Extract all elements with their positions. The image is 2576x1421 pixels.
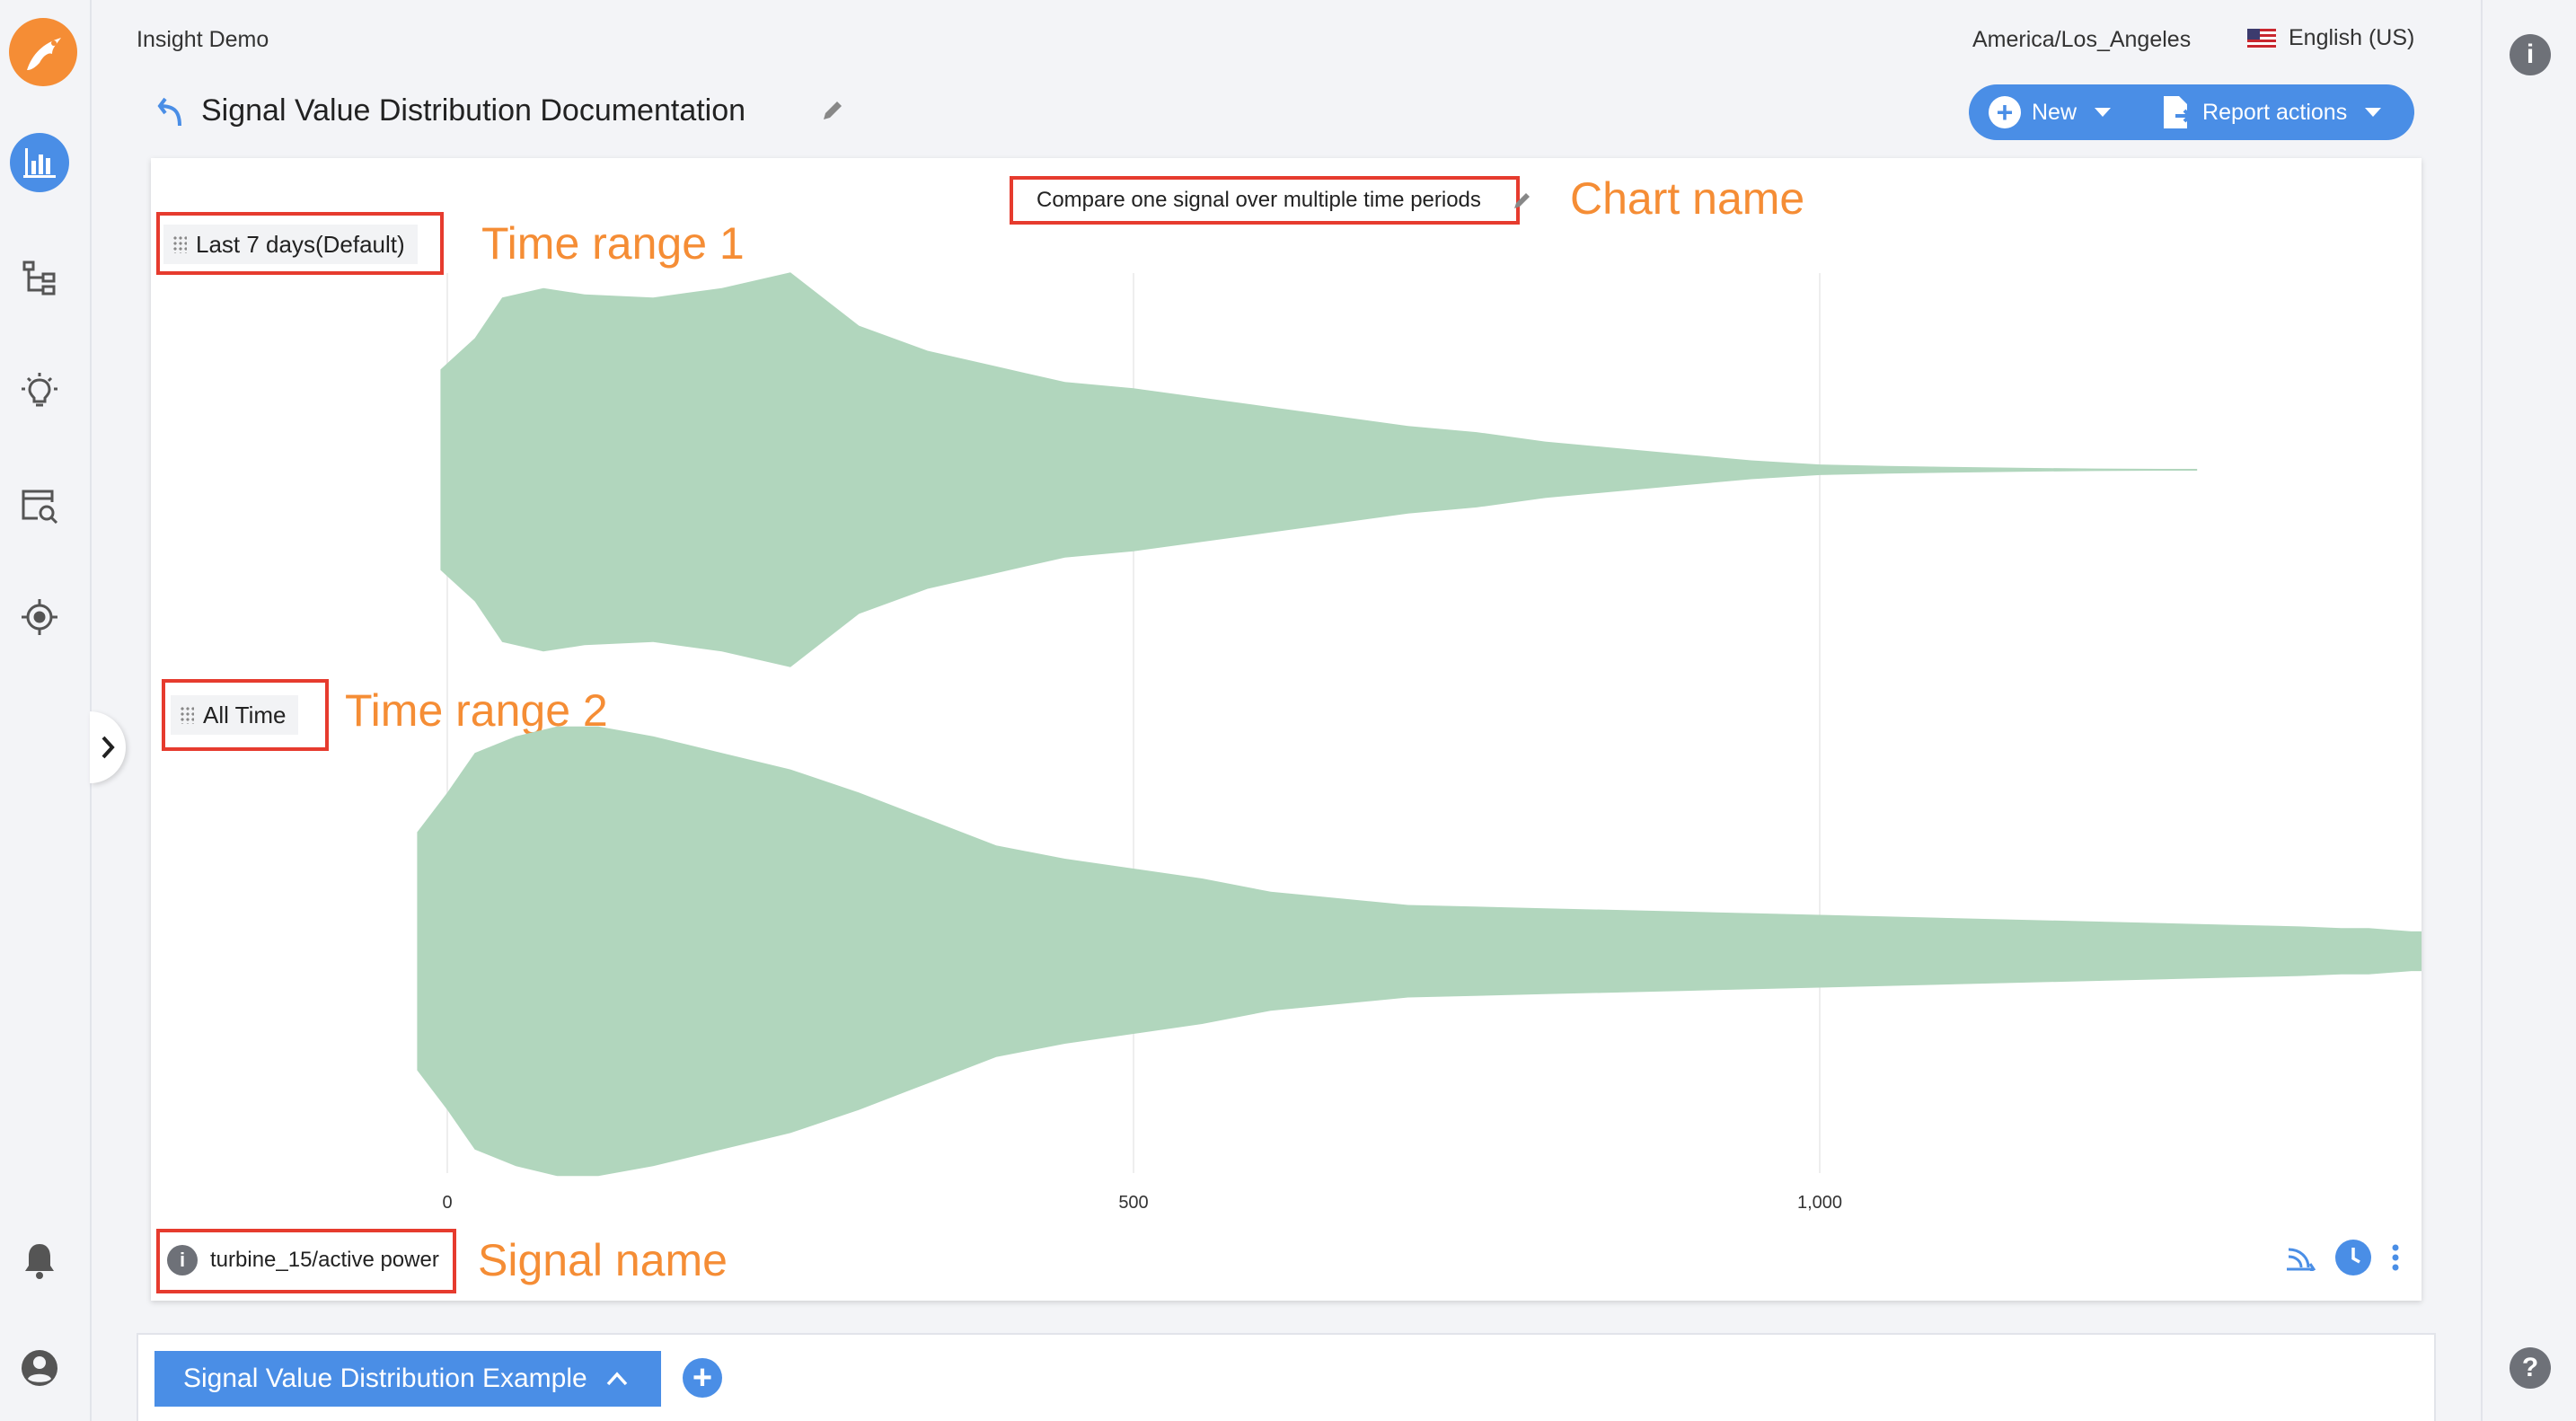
x-tick-label: 500 xyxy=(1118,1193,1149,1213)
signal-info-icon[interactable]: i xyxy=(167,1245,198,1275)
signal-name-annotation: Signal name xyxy=(478,1235,728,1285)
timezone-selector[interactable]: America/Los_Angeles xyxy=(1972,27,2191,53)
edit-title-pencil-icon[interactable] xyxy=(819,97,846,124)
report-tabs-panel: Signal Value Distribution Example + xyxy=(137,1333,2436,1421)
report-actions-button[interactable]: Report actions xyxy=(2111,94,2382,130)
clock-icon[interactable] xyxy=(2335,1240,2371,1275)
caret-down-icon xyxy=(2095,108,2112,117)
expand-sidebar-button[interactable] xyxy=(90,711,126,783)
us-flag-icon xyxy=(2247,28,2276,49)
reports-nav-icon[interactable] xyxy=(10,133,69,192)
signal-feed-icon[interactable] xyxy=(2285,1244,2316,1271)
tab-signal-value-distribution-example[interactable]: Signal Value Distribution Example xyxy=(154,1351,661,1407)
add-tab-button[interactable]: + xyxy=(683,1358,722,1398)
more-options-icon[interactable] xyxy=(2391,1244,2400,1271)
x-tick-label: 1,000 xyxy=(1796,1193,1843,1213)
signal-legend[interactable]: i turbine_15/active power xyxy=(167,1245,439,1275)
violin-chart xyxy=(417,272,2422,1177)
plus-icon: + xyxy=(1989,96,2021,128)
help-icon[interactable]: ? xyxy=(2510,1347,2551,1389)
chart-toolbar xyxy=(2285,1240,2400,1275)
document-export-icon xyxy=(2164,96,2192,128)
bell-icon[interactable] xyxy=(10,1231,69,1290)
info-icon[interactable]: i xyxy=(2510,34,2551,75)
asset-tree-nav-icon[interactable] xyxy=(10,248,69,307)
new-button[interactable]: + New xyxy=(1969,96,2112,128)
chart-card: Compare one signal over multiple time pe… xyxy=(151,158,2422,1301)
chevron-right-icon xyxy=(101,736,115,759)
caret-down-icon xyxy=(2365,108,2382,117)
insights-nav-icon[interactable] xyxy=(10,361,69,420)
back-arrow-icon[interactable] xyxy=(153,92,192,131)
report-action-bar: + New Report actions xyxy=(1969,84,2414,140)
x-tick-label: 0 xyxy=(442,1193,453,1213)
language-label: English (US) xyxy=(2289,25,2415,50)
user-account-icon[interactable] xyxy=(10,1338,69,1398)
signal-name: turbine_15/active power xyxy=(210,1248,439,1272)
left-navigation-rail xyxy=(0,0,92,1421)
new-label: New xyxy=(2032,99,2078,125)
workspace-name: Insight Demo xyxy=(137,27,269,52)
violin-series-2 xyxy=(417,726,2422,1177)
report-title: Signal Value Distribution Documentation xyxy=(201,93,746,128)
app-logo-icon[interactable] xyxy=(9,18,77,86)
right-utility-rail: i ? xyxy=(2481,0,2576,1421)
violin-series-1 xyxy=(440,272,2198,667)
tab-label: Signal Value Distribution Example xyxy=(183,1364,587,1393)
language-selector[interactable]: English (US) xyxy=(2247,25,2414,51)
chevron-up-icon xyxy=(606,1372,627,1386)
target-nav-icon[interactable] xyxy=(10,587,69,647)
report-actions-label: Report actions xyxy=(2202,99,2348,125)
search-nav-icon[interactable] xyxy=(10,476,69,535)
